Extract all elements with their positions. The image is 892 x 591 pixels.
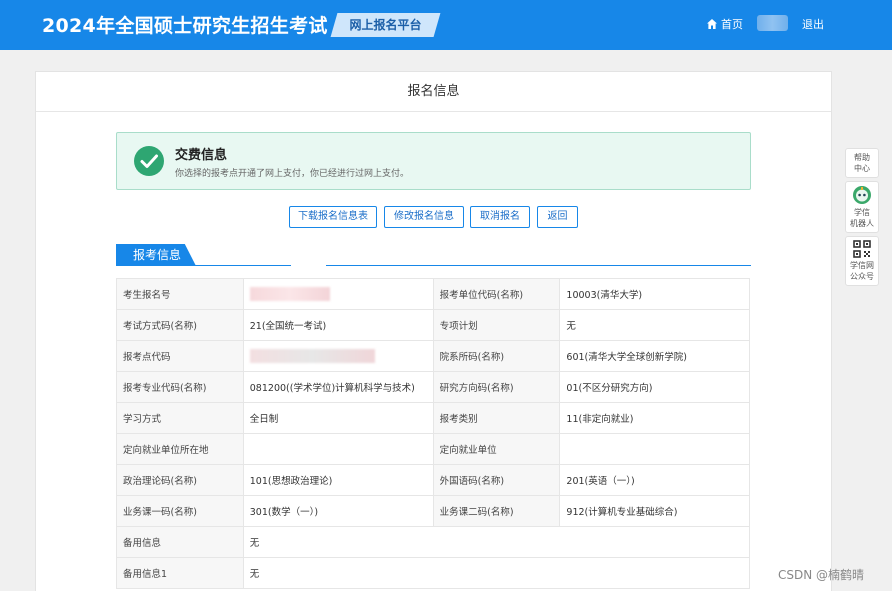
row-label: 报考专业代码(名称) xyxy=(116,371,244,403)
help-center-button[interactable]: 帮助 中心 xyxy=(845,148,879,178)
wechat-label-2: 公众号 xyxy=(850,272,874,281)
row-label: 定向就业单位 xyxy=(432,433,561,465)
exam-site-code-redacted xyxy=(242,340,434,372)
row-value: 无 xyxy=(559,309,750,341)
side-panel: 帮助 中心 学信 机器人 学信网 公众号 xyxy=(845,148,879,289)
table-row: 定向就业单位所在地 定向就业单位 xyxy=(116,433,750,465)
row-value: 601(清华大学全球创新学院) xyxy=(559,340,750,372)
table-row: 备用信息1 无 xyxy=(116,557,751,589)
chatbot-label-2: 机器人 xyxy=(850,219,874,228)
section-tab: 报考信息 xyxy=(116,244,198,266)
candidate-number-redacted xyxy=(242,278,434,310)
download-form-button[interactable]: 下载报名信息表 xyxy=(289,206,377,228)
row-value xyxy=(559,433,750,465)
registration-info-table: 考生报名号 报考单位代码(名称) 10003(清华大学) 考试方式码(名称) 2… xyxy=(116,278,751,589)
row-label: 考试方式码(名称) xyxy=(116,309,244,341)
edit-registration-button[interactable]: 修改报名信息 xyxy=(384,206,464,228)
nav-home-link[interactable]: 首页 xyxy=(706,16,743,32)
row-value: 301(数学（一）) xyxy=(242,495,434,527)
help-center-label-1: 帮助 xyxy=(854,153,870,162)
cancel-registration-button[interactable]: 取消报名 xyxy=(470,206,530,228)
row-value: 081200((学术学位)计算机科学与技术) xyxy=(242,371,434,403)
row-value: 21(全国统一考试) xyxy=(242,309,434,341)
registration-card: 报名信息 交费信息 你选择的报考点开通了网上支付，你已经进行过网上支付。 下载报… xyxy=(35,71,832,591)
chatbot-label-1: 学信 xyxy=(854,208,870,217)
row-label: 研究方向码(名称) xyxy=(432,371,561,403)
row-label: 考生报名号 xyxy=(116,278,244,310)
top-bar: 2024年全国硕士研究生招生考试 网上报名平台 首页 退出 xyxy=(0,0,892,50)
csdn-watermark: CSDN @楠鹤晴 xyxy=(778,568,865,582)
row-label: 报考点代码 xyxy=(116,340,244,372)
platform-badge: 网上报名平台 xyxy=(330,13,441,37)
chatbot-button[interactable]: 学信 机器人 xyxy=(845,181,879,233)
row-label: 业务课一码(名称) xyxy=(116,495,244,527)
table-row: 业务课一码(名称) 301(数学（一）) 业务课二码(名称) 912(计算机专业… xyxy=(116,495,750,527)
action-buttons: 下载报名信息表 修改报名信息 取消报名 返回 xyxy=(36,206,833,230)
row-value: 101(思想政治理论) xyxy=(242,464,434,496)
notice-text: 你选择的报考点开通了网上支付，你已经进行过网上支付。 xyxy=(175,169,410,179)
robot-icon xyxy=(853,186,871,204)
table-row: 报考点代码 院系所码(名称) 601(清华大学全球创新学院) xyxy=(116,340,750,372)
row-value: 10003(清华大学) xyxy=(559,278,750,310)
row-value xyxy=(242,433,434,465)
table-row: 报考专业代码(名称) 081200((学术学位)计算机科学与技术) 研究方向码(… xyxy=(116,371,750,403)
row-value: 201(英语（一）) xyxy=(559,464,750,496)
platform-badge-label: 网上报名平台 xyxy=(349,18,422,32)
card-title: 报名信息 xyxy=(36,72,831,112)
check-circle-icon xyxy=(134,146,164,176)
row-label: 院系所码(名称) xyxy=(432,340,561,372)
table-row: 学习方式 全日制 报考类别 11(非定向就业) xyxy=(116,402,750,434)
table-row: 备用信息 无 xyxy=(116,526,751,558)
row-label: 备用信息1 xyxy=(116,557,244,589)
table-row: 考生报名号 报考单位代码(名称) 10003(清华大学) xyxy=(116,278,750,310)
row-value: 无 xyxy=(242,557,751,589)
table-row: 政治理论码(名称) 101(思想政治理论) 外国语码(名称) 201(英语（一）… xyxy=(116,464,750,496)
user-name-redacted[interactable] xyxy=(757,15,788,31)
nav-home-label: 首页 xyxy=(721,18,743,31)
row-value: 912(计算机专业基础综合) xyxy=(559,495,750,527)
wechat-label-1: 学信网 xyxy=(850,261,874,270)
wechat-account-button[interactable]: 学信网 公众号 xyxy=(845,236,879,286)
home-icon xyxy=(707,19,717,29)
section-title: 报考信息 xyxy=(133,248,182,262)
row-label: 定向就业单位所在地 xyxy=(116,433,244,465)
row-label: 报考单位代码(名称) xyxy=(432,278,561,310)
row-label: 业务课二码(名称) xyxy=(432,495,561,527)
row-label: 报考类别 xyxy=(432,402,561,434)
back-button[interactable]: 返回 xyxy=(537,206,578,228)
row-label: 学习方式 xyxy=(116,402,244,434)
row-value: 11(非定向就业) xyxy=(559,402,750,434)
row-value: 无 xyxy=(242,526,751,558)
row-label: 备用信息 xyxy=(116,526,244,558)
notice-title: 交费信息 xyxy=(175,148,228,163)
logout-link[interactable]: 退出 xyxy=(802,16,824,32)
help-center-label-2: 中心 xyxy=(854,164,870,173)
row-label: 政治理论码(名称) xyxy=(116,464,244,496)
site-title: 2024年全国硕士研究生招生考试 xyxy=(42,15,328,37)
row-value: 01(不区分研究方向) xyxy=(559,371,750,403)
payment-notice: 交费信息 你选择的报考点开通了网上支付，你已经进行过网上支付。 xyxy=(116,132,751,190)
row-label: 专项计划 xyxy=(432,309,561,341)
row-value: 全日制 xyxy=(242,402,434,434)
qrcode-icon xyxy=(853,240,871,258)
section-divider xyxy=(116,265,751,266)
row-label: 外国语码(名称) xyxy=(432,464,561,496)
table-row: 考试方式码(名称) 21(全国统一考试) 专项计划 无 xyxy=(116,309,750,341)
